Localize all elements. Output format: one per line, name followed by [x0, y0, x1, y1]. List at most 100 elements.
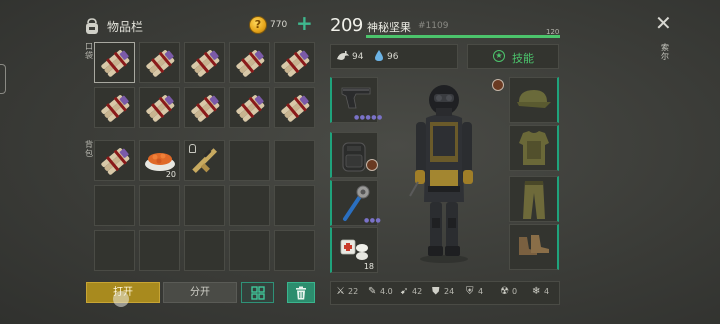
dynamite-icon — [281, 50, 310, 77]
dynamite-icon — [236, 95, 265, 122]
rifle-icon — [192, 148, 218, 174]
inventory-slot-dynamite-bundle[interactable] — [274, 42, 315, 83]
inventory-slot-empty[interactable] — [274, 185, 315, 226]
speed-icon: ✎ — [368, 286, 377, 297]
player-name: 神秘坚果 — [367, 21, 411, 34]
inventory-title: 物品栏 — [107, 20, 144, 34]
coin-count: 770 — [270, 20, 288, 30]
durability-dots: ●●●●● — [354, 114, 383, 121]
dynamite-icon — [236, 50, 265, 77]
military-cap-icon — [517, 90, 551, 108]
edge-handle[interactable] — [0, 64, 6, 94]
inventory-grid: 20 — [94, 42, 315, 271]
radiation-shield-icon: ☢ — [500, 286, 509, 297]
add-coins-button[interactable]: + — [296, 13, 313, 33]
consumable-slot[interactable]: 18 — [330, 227, 378, 273]
coin-icon: ? — [249, 16, 267, 34]
inventory-slot-empty[interactable] — [184, 230, 225, 271]
stat-value: 4.0 — [380, 287, 393, 296]
inventory-slot-empty[interactable] — [94, 185, 135, 226]
dynamite-icon — [191, 95, 220, 122]
run-icon: ➹ — [400, 286, 409, 297]
stat-value: 24 — [444, 287, 455, 296]
dynamite-icon — [146, 95, 175, 122]
food-value: 94 — [352, 52, 364, 62]
dynamite-icon — [101, 50, 130, 77]
inventory-slot-golden-rifle[interactable] — [184, 140, 225, 181]
close-button[interactable]: ✕ — [655, 13, 672, 33]
inventory-slot-empty[interactable] — [184, 185, 225, 226]
side-label: 索尔 — [661, 43, 669, 61]
backpack-slot[interactable] — [330, 132, 378, 178]
food-icon — [337, 51, 349, 60]
durability-dots: ●●● — [364, 217, 382, 224]
cold-shield-icon: ❄ — [532, 286, 541, 297]
backpack-badge-icon — [366, 159, 378, 171]
inventory-slot-food-bowl[interactable]: 20 — [139, 140, 180, 181]
inventory-slot-dynamite-bundle[interactable] — [139, 87, 180, 128]
weapon-slot-pistol[interactable]: ●●●●● — [330, 77, 382, 123]
player-level: 209 — [330, 15, 363, 36]
pocket-label: 口袋 — [85, 42, 93, 60]
sort-button[interactable] — [241, 282, 274, 303]
dynamite-icon — [101, 148, 130, 175]
inventory-slot-dynamite-bundle[interactable] — [229, 87, 270, 128]
melee-icon: ⚔ — [336, 286, 345, 297]
star-icon: ★ — [493, 50, 505, 62]
split-button[interactable]: 分开 — [163, 282, 237, 303]
feet-slot[interactable] — [509, 224, 559, 270]
touch-indicator — [113, 291, 129, 307]
body-armor-icon — [519, 131, 549, 165]
skills-label: 技能 — [512, 52, 534, 65]
stat-value: 0 — [512, 287, 518, 296]
dynamite-icon — [101, 95, 130, 122]
inventory-slot-empty[interactable] — [274, 230, 315, 271]
inventory-slot-dynamite-bundle[interactable] — [94, 87, 135, 128]
trash-button[interactable] — [287, 282, 315, 303]
stat-value: 42 — [412, 287, 423, 296]
melee-slot-mace[interactable]: ●●● — [330, 180, 382, 226]
inventory-slot-dynamite-bundle[interactable] — [184, 42, 225, 83]
armor-badge-icon — [492, 79, 504, 91]
inventory-slot-dynamite-bundle[interactable] — [274, 87, 315, 128]
headgear-slot[interactable] — [509, 77, 559, 123]
stat-value: 22 — [348, 287, 359, 296]
xp-bar — [366, 35, 560, 38]
inventory-slot-empty[interactable] — [229, 230, 270, 271]
bandage-pills-icon — [340, 239, 368, 260]
inventory-slot-dynamite-bundle[interactable] — [139, 42, 180, 83]
torso-slot[interactable] — [509, 125, 559, 171]
character-model — [409, 85, 473, 263]
inventory-slot-empty[interactable] — [139, 185, 180, 226]
legs-slot[interactable] — [509, 176, 559, 222]
inventory-slot-empty[interactable] — [274, 140, 315, 181]
camo-pants-icon — [523, 181, 545, 219]
item-quantity: 20 — [165, 170, 176, 179]
inventory-slot-empty[interactable] — [139, 230, 180, 271]
inventory-slot-empty[interactable] — [94, 230, 135, 271]
stat-value: 4 — [478, 287, 484, 296]
inventory-slot-dynamite-bundle[interactable] — [94, 42, 135, 83]
pistol-icon — [341, 87, 371, 109]
item-quantity: 18 — [363, 262, 374, 271]
player-id: #1109 — [418, 21, 449, 31]
bio-shield-icon: ⛨ — [466, 286, 474, 297]
trash-icon — [296, 286, 306, 300]
combat-boots-icon — [519, 235, 549, 255]
dynamite-icon — [281, 95, 310, 122]
inventory-slot-dynamite-bundle[interactable] — [229, 42, 270, 83]
inventory-slot-empty[interactable] — [229, 185, 270, 226]
backpack-icon — [86, 18, 98, 34]
water-value: 96 — [387, 52, 399, 62]
backpack-label: 背包 — [85, 140, 93, 158]
water-drop-icon — [375, 50, 383, 61]
inventory-slot-dynamite-bundle[interactable] — [94, 140, 135, 181]
dynamite-icon — [191, 50, 220, 77]
inventory-slot-dynamite-bundle[interactable] — [184, 87, 225, 128]
xp-fill — [366, 35, 560, 38]
inventory-slot-empty[interactable] — [229, 140, 270, 181]
armor-icon: ⛊ — [432, 286, 440, 297]
stat-value: 4 — [544, 287, 550, 296]
grid-icon — [250, 286, 265, 300]
dynamite-icon — [146, 50, 175, 77]
